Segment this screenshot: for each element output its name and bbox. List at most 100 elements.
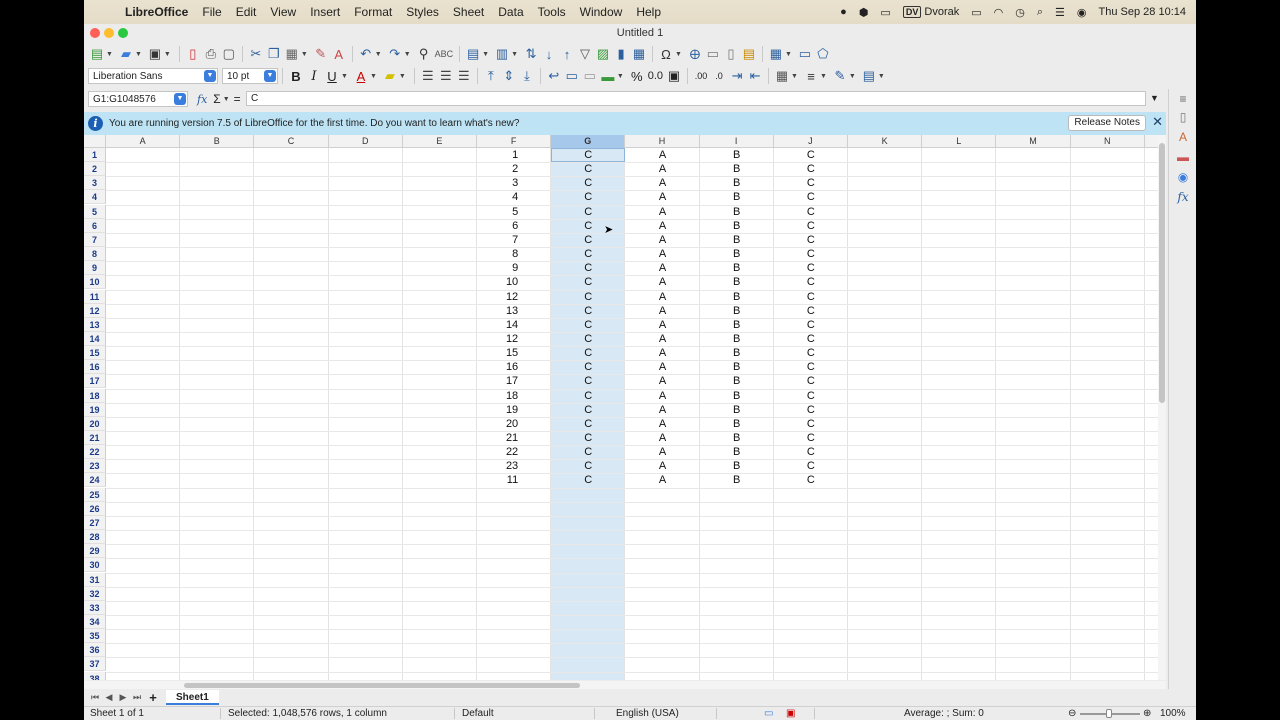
- border-style-icon[interactable]: ≡: [802, 66, 820, 86]
- cell-f7[interactable]: 7: [477, 233, 551, 247]
- insert-chart-icon[interactable]: ▮: [612, 44, 630, 64]
- cell-h24[interactable]: A: [625, 473, 699, 487]
- battery-icon[interactable]: ▭: [971, 6, 981, 19]
- new-dropdown-icon[interactable]: ▼: [106, 51, 113, 58]
- row-header-28[interactable]: 28: [84, 530, 106, 545]
- cell-i6[interactable]: B: [700, 219, 774, 233]
- cell-i9[interactable]: B: [700, 261, 774, 275]
- align-bottom-icon[interactable]: ⤓: [518, 66, 536, 86]
- row-header-35[interactable]: 35: [84, 629, 106, 644]
- borders-icon[interactable]: ▦: [773, 66, 791, 86]
- column-header-a[interactable]: A: [106, 135, 181, 148]
- date-format-icon[interactable]: ▣: [665, 66, 683, 86]
- percent-format-icon[interactable]: %: [628, 66, 646, 86]
- cell-g10[interactable]: C: [551, 275, 625, 289]
- menu-styles[interactable]: Styles: [399, 5, 446, 19]
- record-icon[interactable]: ●: [840, 6, 847, 18]
- clock[interactable]: Thu Sep 28 10:14: [1099, 6, 1186, 18]
- row-header-29[interactable]: 29: [84, 544, 106, 559]
- cell-g17[interactable]: C: [551, 374, 625, 388]
- cell-h17[interactable]: A: [625, 374, 699, 388]
- row-header-20[interactable]: 20: [84, 416, 106, 431]
- cell-i12[interactable]: B: [700, 304, 774, 318]
- expand-formula-icon[interactable]: ▼: [1150, 93, 1159, 103]
- redo-icon[interactable]: ↷: [386, 44, 404, 64]
- cell-f9[interactable]: 9: [477, 261, 551, 275]
- cell-h4[interactable]: A: [625, 190, 699, 204]
- hyperlink-icon[interactable]: 🜨: [686, 44, 704, 64]
- freeze-dropdown-icon[interactable]: ▼: [785, 51, 792, 58]
- horizontal-scrollbar[interactable]: [84, 681, 1166, 689]
- menu-format[interactable]: Format: [347, 5, 399, 19]
- cell-j12[interactable]: C: [774, 304, 848, 318]
- border-color-icon[interactable]: ✎: [831, 66, 849, 86]
- cell-i1[interactable]: B: [700, 148, 774, 162]
- menu-file[interactable]: File: [195, 5, 228, 19]
- cell-j16[interactable]: C: [774, 360, 848, 374]
- menu-app-name[interactable]: LibreOffice: [118, 5, 195, 19]
- cell-j19[interactable]: C: [774, 403, 848, 417]
- cell-f8[interactable]: 8: [477, 247, 551, 261]
- wifi-icon[interactable]: ◠: [994, 6, 1004, 19]
- cell-h22[interactable]: A: [625, 445, 699, 459]
- cell-g7[interactable]: C: [551, 233, 625, 247]
- cell-h3[interactable]: A: [625, 176, 699, 190]
- column-header-k[interactable]: K: [848, 135, 923, 148]
- cell-f11[interactable]: 12: [477, 290, 551, 304]
- cut-icon[interactable]: ✂: [247, 44, 265, 64]
- cell-g19[interactable]: C: [551, 403, 625, 417]
- cell-f13[interactable]: 14: [477, 318, 551, 332]
- cell-f23[interactable]: 23: [477, 459, 551, 473]
- highlight-color-icon[interactable]: ▰: [381, 66, 399, 86]
- cell-h15[interactable]: A: [625, 346, 699, 360]
- cell-g14[interactable]: C: [551, 332, 625, 346]
- last-sheet-icon[interactable]: ⏭: [130, 692, 144, 703]
- next-sheet-icon[interactable]: ▶: [116, 692, 130, 703]
- cell-i24[interactable]: B: [700, 473, 774, 487]
- conditional-dropdown-icon[interactable]: ▼: [878, 73, 885, 80]
- cell-g20[interactable]: C: [551, 417, 625, 431]
- cell-h16[interactable]: A: [625, 360, 699, 374]
- sum-icon[interactable]: Σ: [213, 92, 220, 106]
- conditional-format-icon[interactable]: ▤: [860, 66, 878, 86]
- cell-j3[interactable]: C: [774, 176, 848, 190]
- new-document-icon[interactable]: ▤: [88, 44, 106, 64]
- cell-f6[interactable]: 6: [477, 219, 551, 233]
- row-header-3[interactable]: 3: [84, 176, 106, 191]
- cell-f19[interactable]: 19: [477, 403, 551, 417]
- menu-help[interactable]: Help: [629, 5, 668, 19]
- vertical-scrollbar[interactable]: [1158, 135, 1166, 680]
- row-header-33[interactable]: 33: [84, 600, 106, 615]
- cell-g21[interactable]: C: [551, 431, 625, 445]
- minimize-window-button[interactable]: [104, 28, 114, 38]
- pivot-table-icon[interactable]: ▦: [630, 44, 648, 64]
- row-header-18[interactable]: 18: [84, 388, 106, 403]
- add-decimal-icon[interactable]: .00: [692, 66, 710, 86]
- cell-h1[interactable]: A: [625, 148, 699, 162]
- keyboard-layout[interactable]: DV Dvorak: [902, 6, 959, 18]
- cell-g15[interactable]: C: [551, 346, 625, 360]
- column-header-d[interactable]: D: [329, 135, 403, 148]
- control-center-icon[interactable]: ☰: [1055, 6, 1065, 19]
- cell-i10[interactable]: B: [700, 275, 774, 289]
- cell-j10[interactable]: C: [774, 275, 848, 289]
- cell-j5[interactable]: C: [774, 205, 848, 219]
- cell-f16[interactable]: 16: [477, 360, 551, 374]
- cell-j11[interactable]: C: [774, 290, 848, 304]
- document-modified-icon[interactable]: ▣: [786, 708, 795, 719]
- column-header-b[interactable]: B: [180, 135, 255, 148]
- border-style-dropdown-icon[interactable]: ▼: [820, 73, 827, 80]
- cell-i13[interactable]: B: [700, 318, 774, 332]
- cell-f14[interactable]: 12: [477, 332, 551, 346]
- paste-icon[interactable]: ▦: [283, 44, 301, 64]
- decimal-format-icon[interactable]: 0.0: [646, 66, 665, 86]
- cell-g13[interactable]: C: [551, 318, 625, 332]
- cell-h23[interactable]: A: [625, 459, 699, 473]
- cell-g9[interactable]: C: [551, 261, 625, 275]
- sort-descending-icon[interactable]: ↑: [558, 44, 576, 64]
- insert-image-icon[interactable]: ▨: [594, 44, 612, 64]
- row-header-34[interactable]: 34: [84, 614, 106, 629]
- font-color-icon[interactable]: A: [352, 66, 370, 86]
- cell-h14[interactable]: A: [625, 332, 699, 346]
- cell-f22[interactable]: 22: [477, 445, 551, 459]
